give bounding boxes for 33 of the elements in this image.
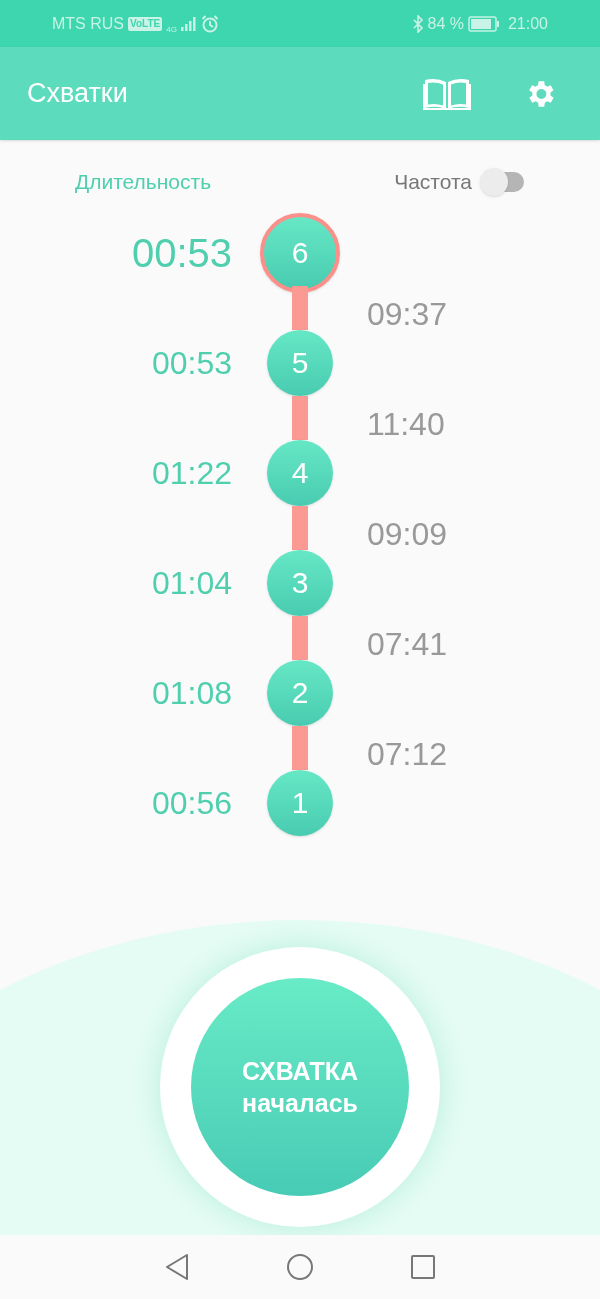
duration-time: 00:53 — [131, 229, 232, 277]
contraction-bubble[interactable]: 5 — [267, 329, 333, 396]
start-contraction-button[interactable]: СХВАТКА началась — [191, 978, 409, 1196]
duration-time: 01:08 — [151, 673, 232, 713]
duration-time: 01:04 — [151, 563, 232, 603]
network-type: 4G — [166, 23, 177, 36]
battery-icon — [467, 15, 500, 32]
alarm-icon — [200, 14, 219, 33]
contraction-bubble[interactable]: 4 — [267, 439, 333, 506]
duration-time: 01:22 — [151, 453, 232, 493]
clock-time: 21:00 — [507, 13, 548, 34]
duration-time: 00:56 — [151, 783, 232, 823]
interval-time: 09:09 — [367, 514, 448, 554]
bluetooth-icon — [413, 14, 424, 33]
duration-time: 00:53 — [151, 343, 232, 383]
volte-indicator: VoLTE — [128, 16, 163, 31]
battery-percent: 84 % — [427, 13, 464, 34]
contraction-bubble[interactable]: 2 — [267, 659, 333, 726]
contraction-bubble[interactable]: 3 — [267, 549, 333, 616]
interval-time: 11:40 — [367, 404, 445, 444]
recents-icon[interactable] — [410, 1254, 436, 1280]
app-title: Схватки — [27, 77, 129, 111]
home-icon[interactable] — [286, 1253, 314, 1281]
signal-icon — [180, 16, 197, 31]
back-icon[interactable] — [164, 1253, 190, 1281]
duration-label[interactable]: Длительность — [75, 166, 212, 198]
interval-time: 07:41 — [367, 624, 448, 664]
interval-time: 09:37 — [367, 294, 448, 334]
interval-time: 07:12 — [367, 734, 448, 774]
frequency-label: Частота — [394, 169, 472, 195]
carrier-name: MTS RUS — [52, 13, 124, 34]
contraction-bubble[interactable]: 6 — [260, 212, 340, 293]
contraction-bubble[interactable]: 1 — [267, 769, 333, 836]
